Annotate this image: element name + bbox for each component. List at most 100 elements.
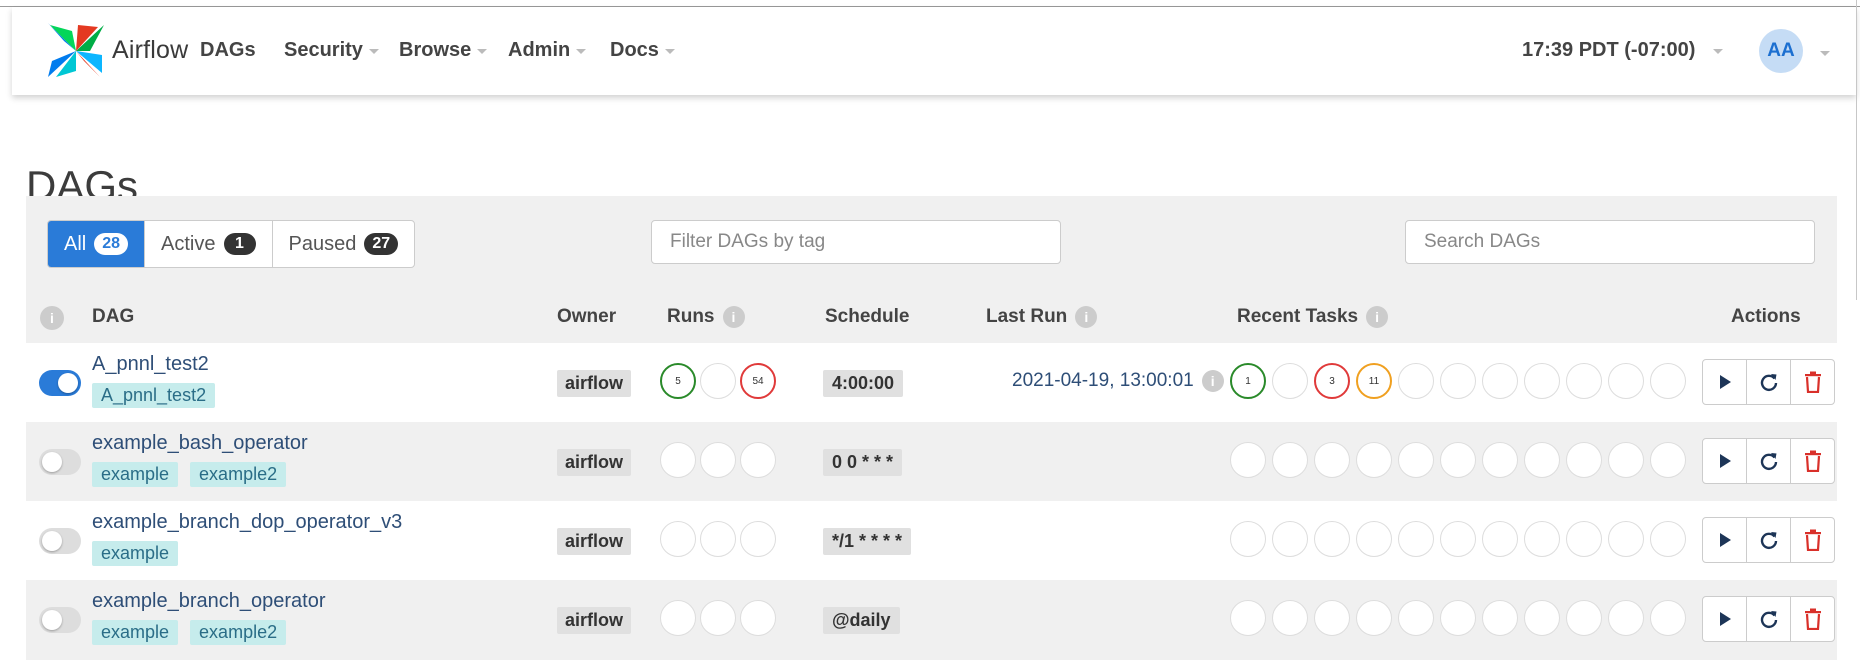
task-state-circle[interactable] [1356,442,1392,478]
run-state-circle[interactable] [740,442,776,478]
dag-link[interactable]: example_branch_dop_operator_v3 [92,511,402,534]
delete-dag-button[interactable] [1790,439,1834,483]
task-state-circle[interactable] [1482,363,1518,399]
column-header-dag[interactable]: DAG [92,306,134,328]
run-state-circle[interactable] [700,521,736,557]
task-state-circle[interactable] [1566,442,1602,478]
tag-filter-input[interactable] [651,220,1061,264]
nav-security[interactable]: Security [284,39,379,62]
info-icon[interactable]: i [1201,370,1224,392]
nav-docs[interactable]: Docs [610,39,675,62]
task-state-circle[interactable] [1230,521,1266,557]
task-state-circle[interactable] [1566,521,1602,557]
task-state-circle[interactable] [1566,600,1602,636]
task-state-circle[interactable] [1524,442,1560,478]
nav-admin[interactable]: Admin [508,39,587,62]
run-state-circle[interactable] [700,363,736,399]
nav-browse[interactable]: Browse [399,39,488,62]
task-state-circle[interactable] [1314,521,1350,557]
task-state-circle[interactable] [1314,442,1350,478]
task-state-circle[interactable] [1608,521,1644,557]
delete-dag-button[interactable] [1790,518,1834,562]
refresh-dag-button[interactable] [1746,439,1790,483]
chevron-down-icon[interactable] [1820,51,1830,56]
task-state-circle[interactable] [1398,442,1434,478]
info-icon[interactable]: i [722,306,745,328]
dag-link[interactable]: example_bash_operator [92,432,308,455]
dag-pause-toggle[interactable] [39,528,81,554]
run-state-circle[interactable] [660,521,696,557]
dag-pause-toggle[interactable] [39,449,81,475]
column-header-owner[interactable]: Owner [557,306,616,328]
dag-pause-toggle[interactable] [39,607,81,633]
task-state-circle[interactable] [1398,600,1434,636]
trigger-dag-button[interactable] [1703,597,1746,641]
schedule-badge[interactable]: @daily [823,607,900,634]
nav-dags[interactable]: DAGs [200,39,256,62]
delete-dag-button[interactable] [1790,597,1834,641]
run-state-circle[interactable] [740,600,776,636]
info-icon[interactable]: i [1075,306,1098,328]
refresh-dag-button[interactable] [1746,597,1790,641]
task-state-circle[interactable] [1650,521,1686,557]
info-icon[interactable]: i [1366,306,1389,328]
task-state-circle[interactable] [1524,600,1560,636]
refresh-dag-button[interactable] [1746,360,1790,404]
task-state-circle[interactable] [1440,600,1476,636]
filter-active-button[interactable]: Active 1 [144,221,271,267]
task-state-circle[interactable] [1524,363,1560,399]
task-state-circle[interactable] [1608,442,1644,478]
trigger-dag-button[interactable] [1703,360,1746,404]
task-state-circle[interactable] [1650,363,1686,399]
dag-pause-toggle[interactable] [39,370,81,396]
task-state-circle[interactable] [1230,442,1266,478]
task-state-circle[interactable] [1398,363,1434,399]
dag-tag[interactable]: example2 [190,620,287,645]
task-state-circle[interactable] [1524,521,1560,557]
task-state-circle[interactable] [1440,442,1476,478]
task-state-circle[interactable] [1272,600,1308,636]
task-state-circle[interactable] [1440,521,1476,557]
run-state-circle[interactable] [660,600,696,636]
task-state-circle[interactable] [1482,521,1518,557]
dag-tag[interactable]: example [92,462,179,487]
task-state-circle[interactable] [1650,600,1686,636]
schedule-badge[interactable]: 0 0 * * * [823,449,903,476]
filter-all-button[interactable]: All 28 [48,221,145,267]
task-state-circle[interactable] [1650,442,1686,478]
schedule-badge[interactable]: 4:00:00 [823,370,904,397]
task-state-circle[interactable] [1482,442,1518,478]
task-state-circle[interactable] [1272,363,1308,399]
timezone-clock[interactable]: 17:39 PDT (-07:00) [1522,39,1724,62]
task-state-circle[interactable]: 3 [1314,363,1350,399]
trigger-dag-button[interactable] [1703,439,1746,483]
run-state-circle[interactable] [700,600,736,636]
filter-paused-button[interactable]: Paused 27 [271,221,415,267]
search-dags-input[interactable] [1405,220,1815,264]
task-state-circle[interactable] [1272,521,1308,557]
dag-tag[interactable]: example2 [190,462,287,487]
task-state-circle[interactable] [1398,521,1434,557]
task-state-circle[interactable]: 1 [1230,363,1266,399]
run-state-circle[interactable] [700,442,736,478]
run-state-circle[interactable] [740,521,776,557]
schedule-badge[interactable]: */1 * * * * [823,528,912,555]
brand-name[interactable]: Airflow [112,36,188,65]
task-state-circle[interactable] [1608,363,1644,399]
task-state-circle[interactable] [1230,600,1266,636]
task-state-circle[interactable] [1356,600,1392,636]
user-avatar[interactable]: AA [1759,29,1803,73]
run-state-circle[interactable]: 5 [660,363,696,399]
task-state-circle[interactable] [1440,363,1476,399]
dag-tag[interactable]: A_pnnl_test2 [92,383,216,408]
dag-tag[interactable]: example [92,541,179,566]
run-state-circle[interactable]: 54 [740,363,776,399]
refresh-dag-button[interactable] [1746,518,1790,562]
task-state-circle[interactable] [1272,442,1308,478]
airflow-logo-icon[interactable] [46,21,106,81]
task-state-circle[interactable] [1566,363,1602,399]
dag-link[interactable]: example_branch_operator [92,590,326,613]
info-icon[interactable]: i [40,306,64,330]
task-state-circle[interactable] [1608,600,1644,636]
last-run-link[interactable]: 2021-04-19, 13:00:01 i [1012,370,1224,392]
